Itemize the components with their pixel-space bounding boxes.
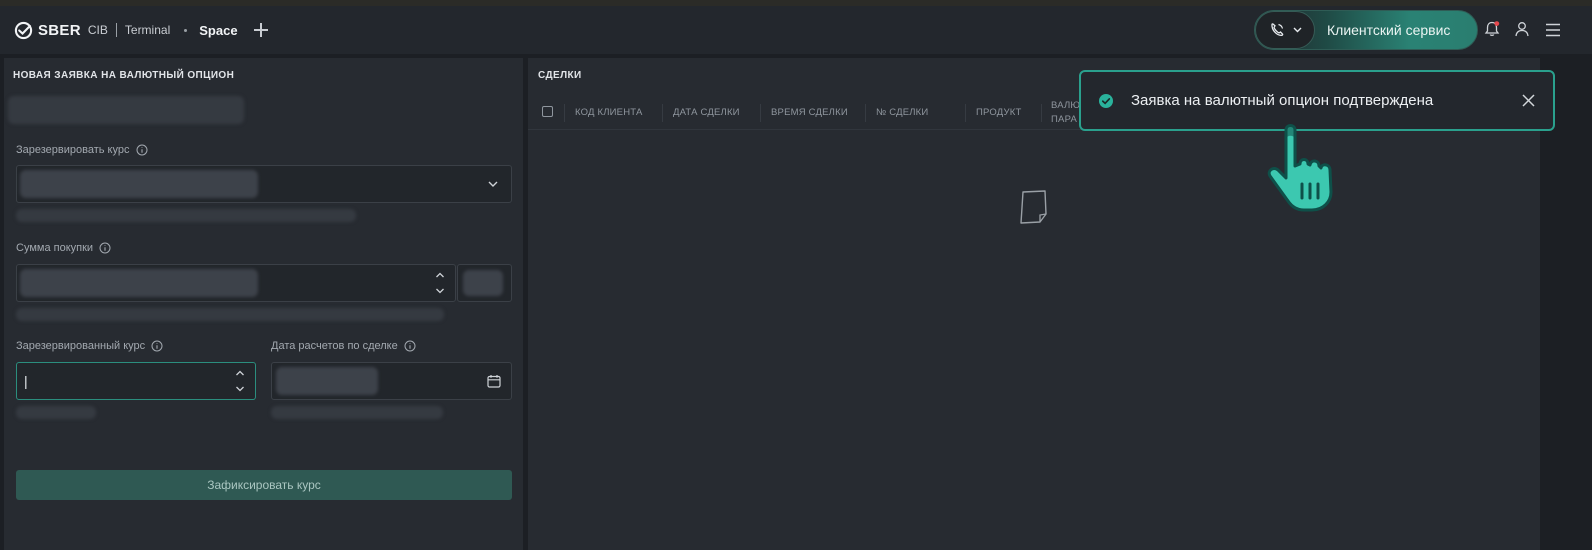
- settlement-date-value-masked: [276, 367, 378, 395]
- currency-value-masked: [463, 270, 503, 296]
- calendar-icon[interactable]: [487, 374, 501, 388]
- space-tab[interactable]: Space: [199, 23, 237, 38]
- column-divider: [965, 104, 966, 122]
- settlement-date-label: Дата расчетов по сделке: [271, 340, 416, 352]
- account-selector-masked[interactable]: [8, 96, 244, 124]
- column-divider: [662, 104, 663, 122]
- reserve-rate-value-masked: [20, 170, 258, 198]
- add-tab-plus-icon[interactable]: [253, 23, 268, 37]
- client-service-button[interactable]: Клиентский сервис: [1254, 10, 1478, 50]
- pointer-hand-cursor-icon: [1267, 124, 1333, 212]
- phone-icon: [1270, 23, 1283, 36]
- settlement-date-hint-masked: [271, 406, 443, 419]
- reserve-rate-hint-masked: [16, 209, 356, 222]
- stepper-arrows-icon[interactable]: [435, 271, 445, 295]
- new-option-request-panel: НОВАЯ ЗАЯВКА НА ВАЛЮТНЫЙ ОПЦИОН Зарезерв…: [4, 58, 523, 550]
- sber-logo-icon: [14, 21, 33, 39]
- logo-cib-text: CIB: [87, 23, 108, 37]
- hamburger-menu-icon[interactable]: [1544, 21, 1562, 39]
- select-all-checkbox[interactable]: [542, 106, 553, 117]
- client-service-label: Клиентский сервис: [1327, 22, 1451, 38]
- check-circle-icon: [1099, 93, 1113, 108]
- info-icon[interactable]: [99, 242, 111, 254]
- text-cursor: |: [24, 373, 28, 389]
- deals-title: СДЕЛКИ: [538, 70, 582, 81]
- logo-brand-text: SBER: [38, 21, 81, 39]
- close-icon[interactable]: [1522, 94, 1535, 107]
- purchase-amount-label-text: Сумма покупки: [16, 242, 94, 254]
- top-header: SBER CIB Terminal Space Клиентский серви…: [0, 6, 1592, 54]
- stepper-arrows-icon[interactable]: [235, 369, 245, 393]
- purchase-amount-value-masked: [20, 269, 258, 297]
- call-dropdown[interactable]: [1255, 11, 1315, 49]
- chevron-down-icon: [1293, 27, 1301, 33]
- info-icon[interactable]: [404, 340, 416, 352]
- reserve-rate-label: Зарезервировать курс: [16, 144, 148, 156]
- purchase-amount-label: Сумма покупки: [16, 242, 111, 254]
- column-deal-number[interactable]: № СДЕЛКИ: [876, 107, 928, 118]
- sber-cib-logo[interactable]: SBER CIB Terminal: [14, 21, 170, 40]
- toast-message: Заявка на валютный опцион подтверждена: [1131, 92, 1434, 109]
- empty-state-icon: [1020, 190, 1047, 224]
- breadcrumb-dot: [184, 28, 188, 32]
- reserved-rate-hint-masked: [16, 406, 96, 419]
- bell-icon[interactable]: [1483, 20, 1501, 38]
- logo-divider: [115, 23, 117, 37]
- column-divider: [760, 104, 761, 122]
- reserve-rate-label-text: Зарезервировать курс: [16, 144, 130, 156]
- column-divider: [865, 104, 866, 122]
- reserve-rate-select[interactable]: [16, 165, 512, 203]
- column-pair: ПАРА: [1051, 114, 1078, 125]
- column-currency[interactable]: ВАЛЮ: [1051, 100, 1080, 111]
- deals-panel: СДЕЛКИ КОД КЛИЕНТА ДАТА СДЕЛКИ ВРЕМЯ СДЕ…: [528, 58, 1540, 550]
- reserved-rate-label: Зарезервированный курс: [16, 340, 163, 352]
- user-profile-icon[interactable]: [1513, 20, 1531, 38]
- info-icon[interactable]: [136, 144, 148, 156]
- column-divider: [564, 104, 565, 122]
- logo-terminal-text: Terminal: [124, 23, 171, 37]
- purchase-amount-hint-masked: [16, 308, 444, 321]
- notification-dot: [1494, 21, 1500, 26]
- settlement-date-picker[interactable]: [271, 362, 512, 400]
- info-icon[interactable]: [151, 340, 163, 352]
- column-product[interactable]: ПРОДУКТ: [976, 107, 1021, 118]
- column-deal-date[interactable]: ДАТА СДЕЛКИ: [673, 107, 740, 118]
- chevron-down-icon: [488, 181, 498, 187]
- column-divider: [1041, 104, 1042, 122]
- fix-rate-button[interactable]: Зафиксировать курс: [16, 470, 512, 500]
- column-client-code[interactable]: КОД КЛИЕНТА: [575, 107, 643, 118]
- reserved-rate-label-text: Зарезервированный курс: [16, 340, 146, 352]
- reserved-rate-input[interactable]: |: [16, 362, 256, 400]
- settlement-date-label-text: Дата расчетов по сделке: [271, 340, 398, 352]
- panel-title: НОВАЯ ЗАЯВКА НА ВАЛЮТНЫЙ ОПЦИОН: [13, 70, 235, 81]
- currency-select[interactable]: [457, 264, 512, 302]
- purchase-amount-input[interactable]: [16, 264, 456, 302]
- column-deal-time[interactable]: ВРЕМЯ СДЕЛКИ: [771, 107, 848, 118]
